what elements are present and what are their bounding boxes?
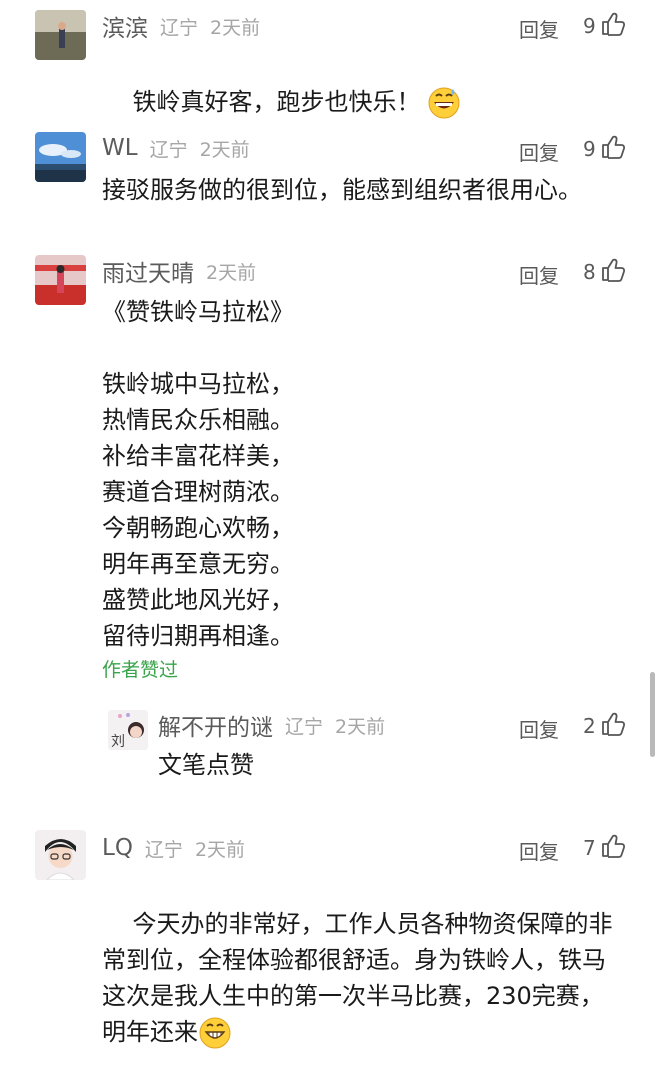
thumbs-up-icon[interactable] xyxy=(600,711,626,737)
avatar[interactable] xyxy=(35,255,86,305)
like-count: 7 xyxy=(583,836,596,860)
avatar-text: 刘 xyxy=(111,734,125,750)
scrollbar[interactable] xyxy=(650,672,655,757)
reply-button[interactable]: 回复 xyxy=(519,137,559,166)
thumbs-up-icon[interactable] xyxy=(600,257,626,283)
comment-text: 《赞铁岭马拉松》 铁岭城中马拉松， 热情民众乐相融。 补给丰富花样美， 赛道合理… xyxy=(102,298,294,650)
reply-time: 2天前 xyxy=(335,715,386,738)
avatar[interactable] xyxy=(35,132,86,182)
avatar[interactable] xyxy=(35,830,86,880)
author-liked-label: 作者赞过 xyxy=(102,659,179,681)
comment-text: 接驳服务做的很到位，能感到组织者很用心。 xyxy=(102,176,582,204)
like-count: 2 xyxy=(583,714,596,738)
comment-time: 2天前 xyxy=(194,838,246,861)
like-count: 8 xyxy=(583,260,596,284)
comment-author[interactable]: 雨过天晴 xyxy=(102,254,194,288)
thumbs-up-icon[interactable] xyxy=(600,833,626,859)
reply-button[interactable]: 回复 xyxy=(519,836,559,865)
reply-button[interactable]: 回复 xyxy=(519,14,559,43)
comment-location: 辽宁 xyxy=(144,838,183,861)
like-count: 9 xyxy=(583,137,596,161)
comment-time: 2天前 xyxy=(206,261,257,284)
thumbs-up-icon[interactable] xyxy=(600,134,626,160)
comment-location: 辽宁 xyxy=(160,16,199,39)
comment-author[interactable]: 滨滨 xyxy=(102,9,148,43)
comment-time: 2天前 xyxy=(210,16,261,39)
comment-text: 铁岭真好客，跑步也快乐！ xyxy=(132,88,421,116)
comment-time: 2天前 xyxy=(199,138,250,161)
comment-text: 今天办的非常好，工作人员各种物资保障的非常到位，全程体验都很舒适。身为铁岭人，铁… xyxy=(102,910,613,1046)
thumbs-up-icon[interactable] xyxy=(600,11,626,37)
reply-button[interactable]: 回复 xyxy=(519,260,559,289)
reply-location: 辽宁 xyxy=(285,715,324,738)
avatar[interactable] xyxy=(35,10,86,60)
like-count: 9 xyxy=(583,14,596,38)
comment-author[interactable]: WL xyxy=(102,135,138,161)
grinning-face-emoji xyxy=(199,1017,231,1049)
reply-button[interactable]: 回复 xyxy=(519,714,559,743)
reply-author[interactable]: 解不开的谜 xyxy=(158,708,273,742)
comment-location: 辽宁 xyxy=(149,138,188,161)
comment-author[interactable]: LQ xyxy=(102,835,133,861)
avatar[interactable]: 刘 xyxy=(108,710,148,750)
grinning-face-sweat-emoji xyxy=(428,87,460,119)
reply-text: 文笔点赞 xyxy=(158,751,254,779)
comments-screen: { "colors": { "accent_green": "#3aa34b",… xyxy=(0,0,660,1049)
